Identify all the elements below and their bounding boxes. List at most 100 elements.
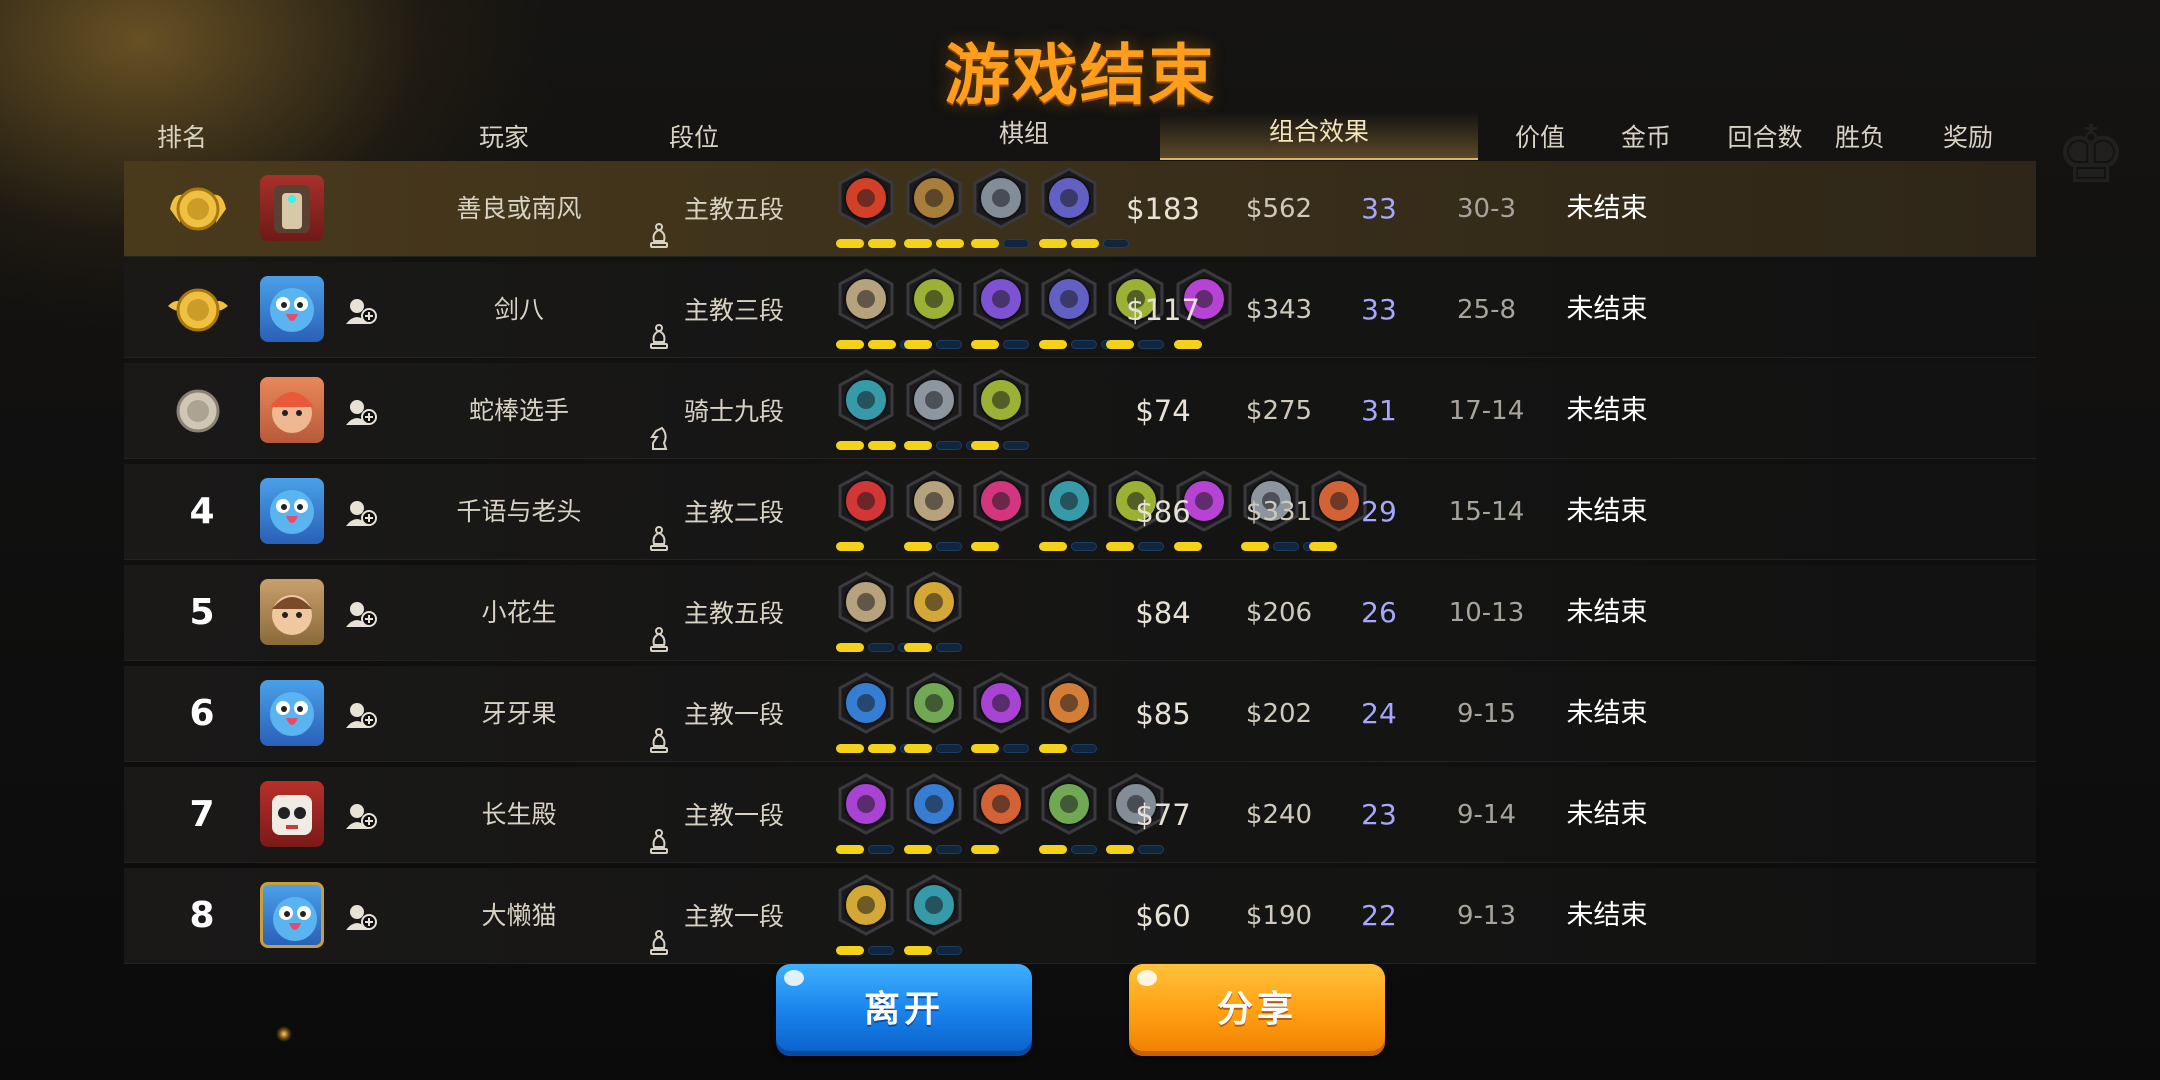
- reward-cell: 未结束: [1566, 193, 1648, 224]
- mystery-icon[interactable]: [904, 874, 964, 938]
- table-row: 8 大懒猫 主教一段 $60 $190 22 9-13 未结束: [124, 868, 2036, 964]
- progress-segment-filled: [836, 340, 864, 349]
- skull-avatar[interactable]: [260, 781, 324, 847]
- header-rank: 排名: [156, 123, 207, 152]
- fish-icon[interactable]: [971, 268, 1031, 332]
- bow-icon[interactable]: [904, 672, 964, 736]
- value-cell: $85: [1135, 697, 1191, 731]
- progress-segment-filled: [903, 845, 932, 854]
- player-name[interactable]: 剑八: [394, 262, 644, 358]
- player-name[interactable]: 牙牙果: [394, 666, 644, 762]
- add-friend-icon[interactable]: [344, 599, 378, 629]
- elf-icon[interactable]: [971, 369, 1031, 433]
- axe-icon[interactable]: [904, 470, 964, 534]
- bishop-icon: [644, 498, 674, 551]
- player-tier: 主教一段: [644, 767, 824, 863]
- elf-icon[interactable]: [904, 268, 964, 332]
- progress-segment-filled: [1038, 845, 1067, 854]
- arch-icon[interactable]: [836, 470, 896, 534]
- add-friend-icon[interactable]: [344, 397, 378, 427]
- bird-frame-avatar[interactable]: [260, 882, 324, 948]
- progress-segment-filled: [971, 239, 999, 248]
- leave-button[interactable]: 离开: [776, 964, 1032, 1056]
- progress-segment-empty: [935, 340, 962, 349]
- progress-segment-filled: [903, 441, 932, 450]
- reward-cell: 未结束: [1566, 597, 1648, 628]
- progress-segment-filled: [1038, 340, 1067, 349]
- rank-number: 5: [189, 592, 215, 633]
- assassin-icon[interactable]: [836, 773, 896, 837]
- value-cell: $117: [1126, 293, 1200, 327]
- header-gold: 金币: [1620, 123, 1671, 152]
- progress-segment-empty: [868, 643, 894, 652]
- tab-pieces[interactable]: 棋组: [974, 116, 1074, 152]
- progress-segment-filled: [836, 239, 864, 248]
- bird-avatar[interactable]: [260, 478, 324, 544]
- medal-silver-icon: [166, 381, 230, 441]
- feather-icon[interactable]: [904, 773, 964, 837]
- kid-avatar[interactable]: [260, 579, 324, 645]
- god-icon[interactable]: [836, 874, 896, 938]
- add-friend-icon[interactable]: [344, 801, 378, 831]
- demon-icon[interactable]: [836, 167, 896, 231]
- results-table: 善良或南风 主教五段 $183 $562 33 30-3 未结束 剑八 主教三段 $117 $343…: [124, 161, 2036, 964]
- progress-segment-empty: [935, 441, 962, 450]
- feather-icon[interactable]: [836, 672, 896, 736]
- progress-segment-empty: [1003, 441, 1029, 450]
- table-header: 排名 玩家 段位 棋组 组合效果 价值 金币 回合数 胜负 奖励: [124, 112, 2036, 160]
- tier-label: 主教一段: [684, 700, 785, 729]
- rounds-cell: 26: [1361, 596, 1397, 629]
- troll-icon[interactable]: [971, 167, 1031, 231]
- tier-label: 主教三段: [684, 296, 785, 325]
- add-friend-icon[interactable]: [344, 498, 378, 528]
- bishop-icon: [644, 599, 674, 652]
- bishop-icon: [644, 195, 674, 248]
- progress-segment-empty: [935, 542, 962, 551]
- progress-segment-filled: [903, 643, 932, 652]
- assassin-icon[interactable]: [971, 672, 1031, 736]
- chess-king-watermark-icon: ♚: [2055, 108, 2127, 201]
- axe-icon[interactable]: [836, 268, 896, 332]
- knight-icon: [644, 397, 674, 450]
- player-name[interactable]: 长生殿: [394, 767, 644, 863]
- add-friend-icon[interactable]: [344, 902, 378, 932]
- player-name[interactable]: 小花生: [394, 565, 644, 661]
- gear-icon[interactable]: [904, 167, 964, 231]
- axe-icon[interactable]: [836, 571, 896, 635]
- player-name[interactable]: 蛇棒选手: [394, 363, 644, 459]
- horned-icon[interactable]: [971, 773, 1031, 837]
- gold-cell: $562: [1245, 194, 1313, 224]
- gold-cell: $190: [1245, 901, 1313, 931]
- player-name[interactable]: 千语与老头: [394, 464, 644, 560]
- page-title: 游戏结束: [944, 37, 1216, 114]
- god-icon[interactable]: [904, 571, 964, 635]
- progress-segment-filled: [868, 340, 896, 349]
- mystery-icon[interactable]: [836, 369, 896, 433]
- add-friend-icon[interactable]: [344, 296, 378, 326]
- reward-cell: 未结束: [1566, 900, 1648, 931]
- share-button[interactable]: 分享: [1129, 964, 1385, 1056]
- bird-avatar[interactable]: [260, 276, 324, 342]
- reward-cell: 未结束: [1566, 496, 1648, 527]
- robot-avatar[interactable]: [260, 175, 324, 241]
- player-name[interactable]: 善良或南风: [394, 161, 644, 257]
- progress-segment-filled: [868, 441, 896, 450]
- win-loss-cell: 15-14: [1448, 497, 1525, 527]
- sparkle: [276, 1026, 292, 1042]
- header-rounds: 回合数: [1727, 123, 1803, 152]
- human-icon[interactable]: [904, 369, 964, 433]
- girl-avatar[interactable]: [260, 377, 324, 443]
- rounds-cell: 31: [1361, 394, 1397, 427]
- progress-segment-filled: [935, 239, 964, 248]
- player-tier: 主教五段: [644, 161, 824, 257]
- value-cell: $183: [1126, 192, 1200, 226]
- bird-avatar[interactable]: [260, 680, 324, 746]
- win-loss-cell: 25-8: [1456, 295, 1516, 325]
- gold-cell: $343: [1245, 295, 1313, 325]
- tab-synergy[interactable]: 组合效果: [1160, 112, 1478, 160]
- add-friend-icon[interactable]: [344, 700, 378, 730]
- progress-segment-empty: [935, 643, 962, 652]
- player-name[interactable]: 大懒猫: [394, 868, 644, 964]
- dragon-icon[interactable]: [971, 470, 1031, 534]
- progress-segment-filled: [868, 744, 896, 753]
